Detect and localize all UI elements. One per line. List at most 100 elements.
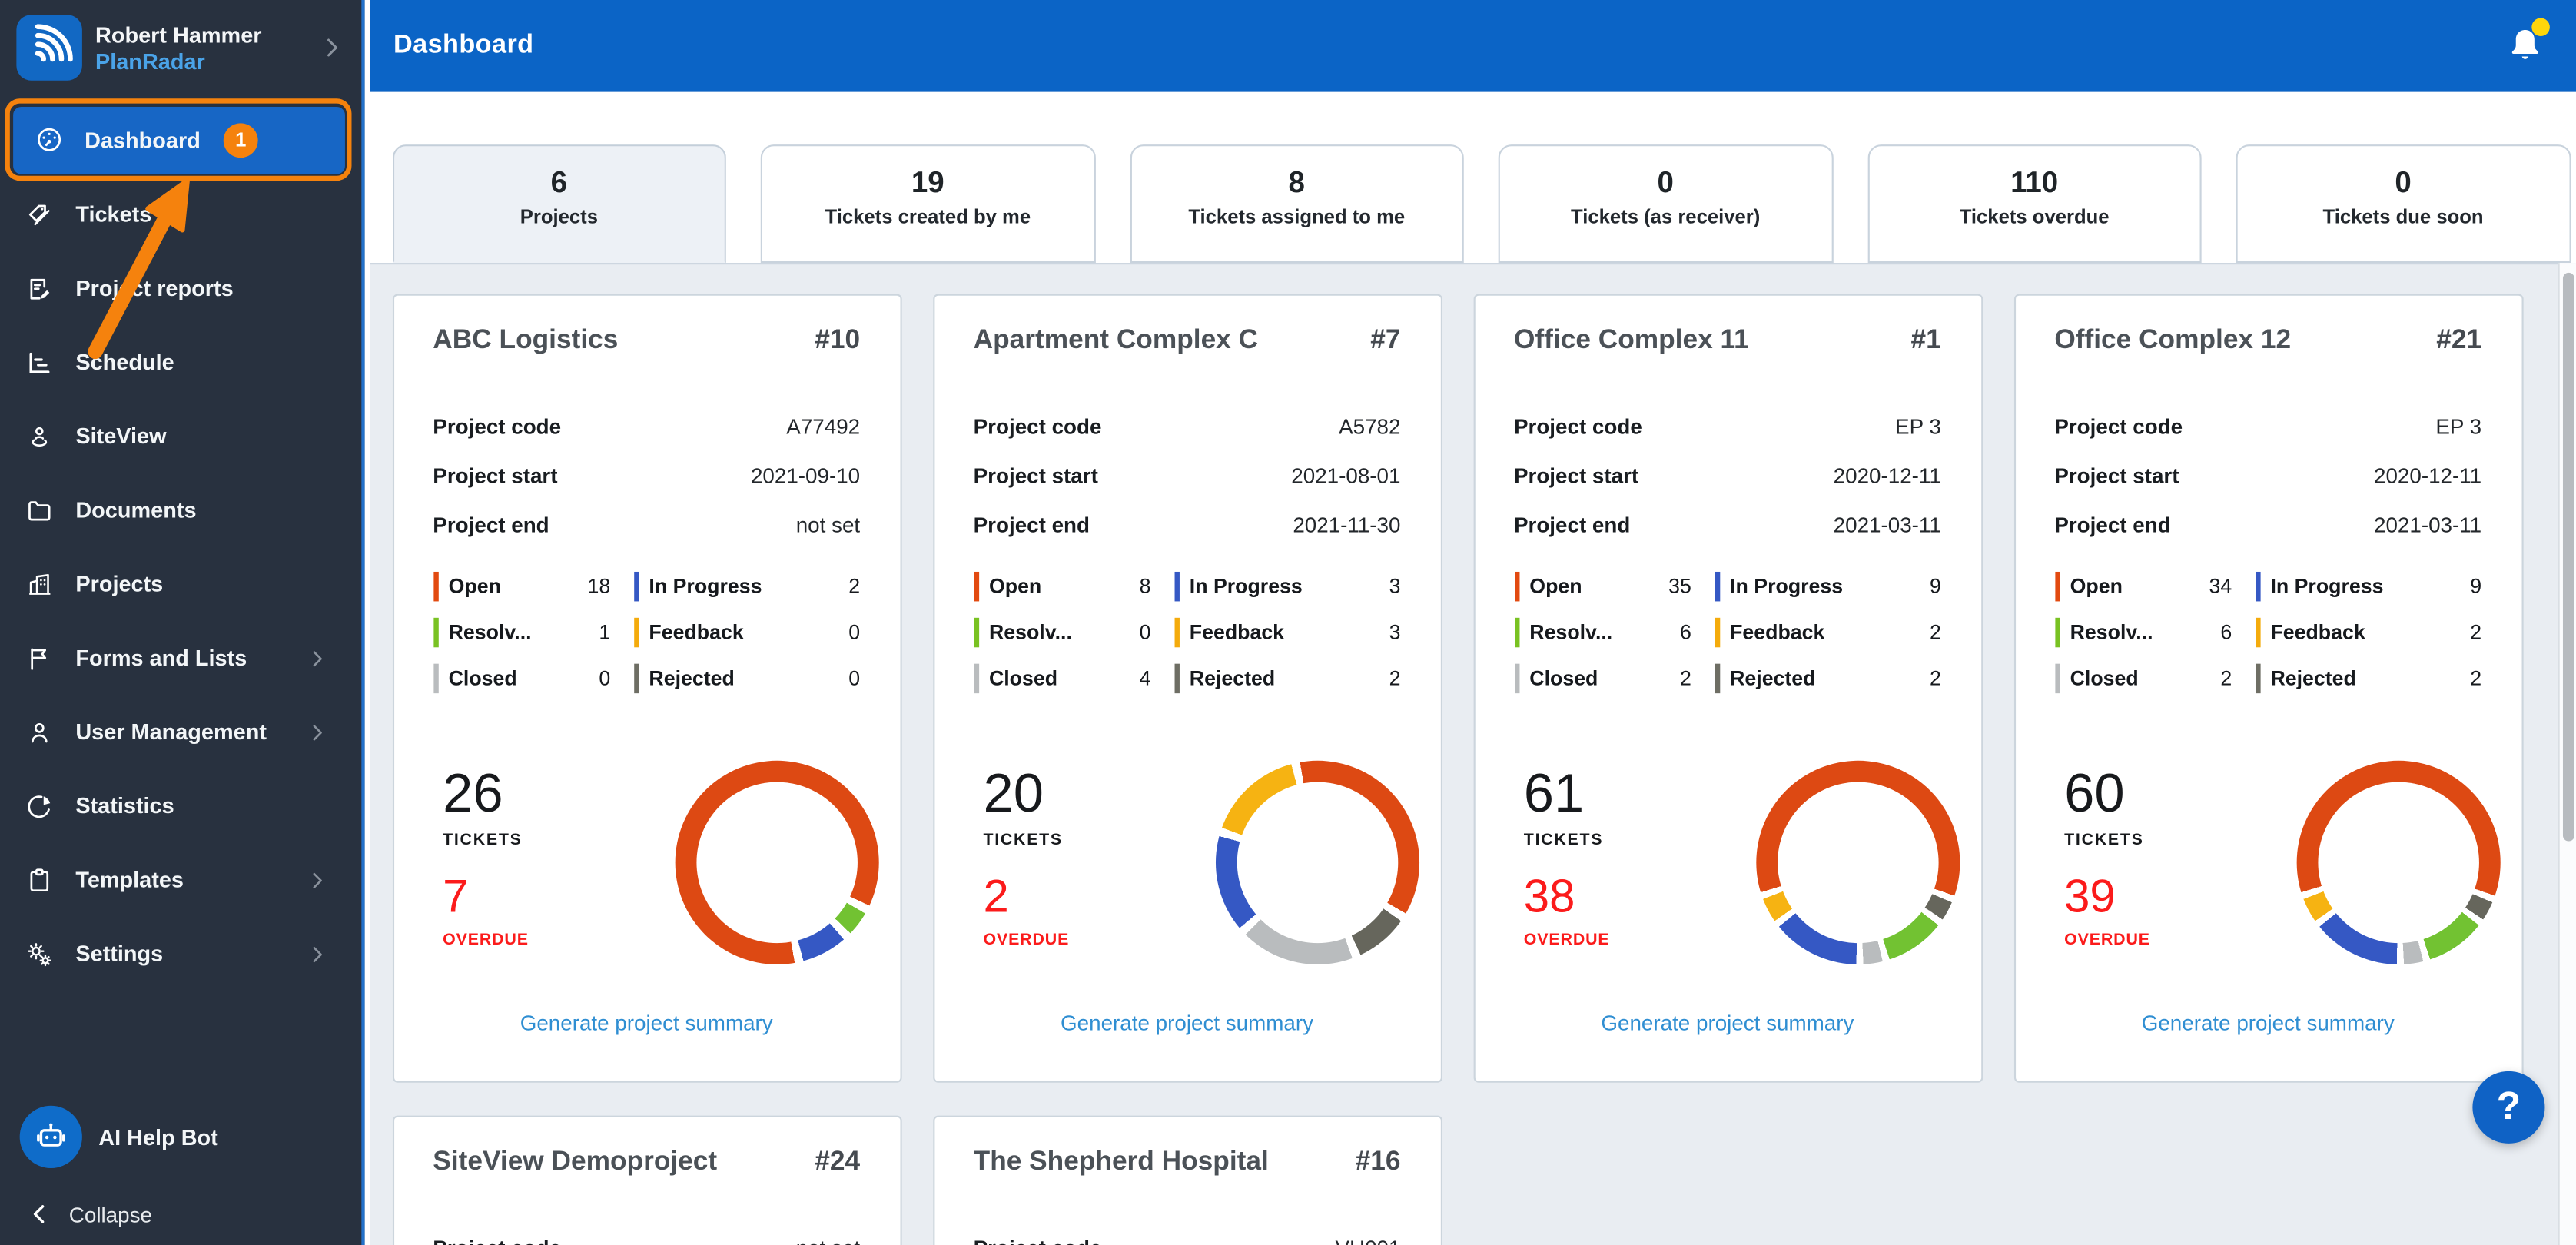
status-legend-item: Feedback 2 (1714, 617, 1941, 648)
generate-summary-link[interactable]: Generate project summary (934, 1011, 1439, 1035)
status-label: Open (2070, 575, 2123, 599)
generate-summary-link[interactable]: Generate project summary (2015, 1011, 2521, 1035)
sidebar-item-documents[interactable]: Documents (0, 473, 361, 547)
project-fields: Project code EP 3 Project start 2020-12-… (1514, 401, 1941, 549)
project-cards-row-1: ABC Logistics #10 Project code A77492 Pr… (391, 294, 2576, 1083)
status-label: Closed (1529, 666, 1598, 690)
project-title: The Shepherd Hospital (973, 1147, 1269, 1177)
tab-tickets-overdue[interactable]: 110 Tickets overdue (1867, 144, 2202, 264)
main-area: Dashboard 6 Projects 19 Tickets created … (368, 0, 2576, 1245)
project-fields: Project code A5782 Project start 2021-08… (974, 401, 1401, 549)
status-color-bar (1714, 663, 1721, 694)
sidebar-item-project-reports[interactable]: Project reports (0, 251, 361, 325)
project-field-row: Project code A5782 (974, 401, 1401, 450)
field-label: Project start (433, 462, 558, 487)
status-color-bar (973, 663, 980, 694)
status-count: 2 (1389, 666, 1401, 690)
stat-value: 0 (2395, 165, 2412, 199)
sidebar-item-label: User Management (75, 719, 267, 745)
project-card-header: ABC Logistics #10 (433, 325, 860, 357)
user-management-icon (31, 722, 48, 742)
sidebar-item-label: Project reports (75, 276, 234, 301)
sidebar-item-siteview[interactable]: SiteView (0, 399, 361, 473)
annotation-highlight-box: Dashboard 1 (5, 98, 352, 181)
project-number: #21 (2436, 325, 2482, 355)
sidebar-item-statistics[interactable]: Statistics (0, 769, 361, 842)
status-count: 2 (2220, 666, 2232, 690)
field-value: 2021-09-10 (750, 462, 861, 487)
sidebar-item-templates[interactable]: Templates (0, 843, 361, 917)
status-count: 2 (1680, 666, 1691, 690)
siteview-icon (32, 426, 48, 446)
sidebar-item-label: Documents (75, 497, 197, 523)
status-label: Open (448, 575, 501, 599)
tab-tickets-as-receiver[interactable]: 0 Tickets (as receiver) (1498, 144, 1833, 264)
status-count: 0 (848, 666, 861, 690)
status-legend-item: In Progress 2 (633, 571, 860, 602)
tickets-count: 26 (443, 762, 503, 824)
collapse-button[interactable]: Collapse (26, 1191, 152, 1237)
status-color-bar (1714, 571, 1721, 602)
project-field-row: Project code EP 3 (1514, 401, 1941, 450)
sidebar-item-label: Dashboard (85, 127, 201, 152)
chevron-right-icon (313, 872, 322, 888)
project-card: Office Complex 11 #1 Project code EP 3 P… (1472, 294, 1983, 1083)
generate-summary-link[interactable]: Generate project summary (393, 1011, 899, 1035)
status-label: In Progress (1730, 575, 1844, 599)
tab-tickets-created-by-me[interactable]: 19 Tickets created by me (760, 144, 1095, 264)
status-legend-item: Feedback 0 (633, 617, 860, 648)
ticket-stats: 60 TICKETS 39 OVERDUE (2064, 765, 2150, 950)
status-count: 6 (2220, 621, 2232, 645)
generate-summary-link[interactable]: Generate project summary (1475, 1011, 1980, 1035)
help-bot-label: AI Help Bot (98, 1124, 218, 1150)
field-label: Project start (1513, 462, 1639, 487)
field-label: Project code (973, 413, 1102, 438)
sidebar-item-ai-help-bot[interactable]: AI Help Bot (19, 1101, 345, 1173)
status-legend-item: Closed 0 (433, 663, 611, 694)
stat-value: 0 (1657, 165, 1674, 199)
tab-projects[interactable]: 6 Projects (391, 144, 726, 264)
sidebar-item-forms-and-lists[interactable]: Forms and Lists (0, 621, 361, 695)
status-legend-item: Rejected 2 (1714, 663, 1941, 694)
chevron-right-icon (313, 945, 322, 962)
chevron-left-icon (33, 1205, 45, 1223)
dashboard-content: ABC Logistics #10 Project code A77492 Pr… (368, 263, 2576, 1245)
field-label: Project code (433, 1235, 561, 1245)
dashboard-icon (37, 128, 61, 151)
scrollbar-thumb[interactable] (2561, 272, 2574, 842)
notifications-button[interactable] (2504, 18, 2550, 68)
ticket-stats: 61 TICKETS 38 OVERDUE (1523, 765, 1610, 950)
project-field-row: Project start 2020-12-11 (1514, 450, 1941, 500)
tab-tickets-assigned-to-me[interactable]: 8 Tickets assigned to me (1129, 144, 1464, 264)
sidebar-item-schedule[interactable]: Schedule (0, 325, 361, 399)
status-color-bar (2054, 617, 2060, 648)
project-field-row: Project end not set (433, 500, 860, 549)
chevron-right-icon (313, 724, 322, 740)
project-field-row: Project end 2021-03-11 (1514, 500, 1941, 549)
account-switcher[interactable]: Robert Hammer PlanRadar (0, 0, 361, 95)
status-legend: Open 35 In Progress 9 Resolv... 6 Feedba… (1513, 571, 1941, 694)
project-card-header: SiteView Demoproject #24 (433, 1147, 860, 1178)
projects-icon (28, 573, 51, 594)
tickets-caption: TICKETS (1523, 831, 1604, 850)
field-value: 2021-03-11 (2374, 511, 2482, 536)
sidebar-item-tickets[interactable]: Tickets (0, 178, 361, 251)
status-count: 2 (1929, 666, 1941, 690)
forms-and-lists-icon (31, 647, 47, 669)
tab-tickets-due-soon[interactable]: 0 Tickets due soon (2236, 144, 2571, 264)
sidebar-item-projects[interactable]: Projects (0, 547, 361, 621)
status-color-bar (2255, 663, 2261, 694)
status-legend-item: In Progress 9 (1714, 571, 1941, 602)
sidebar-item-user-management[interactable]: User Management (0, 695, 361, 769)
sidebar-item-settings[interactable]: Settings (0, 917, 361, 991)
project-number: #1 (1910, 325, 1941, 355)
status-legend-item: Closed 2 (2054, 663, 2232, 694)
status-count: 0 (599, 666, 611, 690)
sidebar-item-dashboard[interactable]: Dashboard 1 (12, 105, 344, 174)
status-label: Resolv... (448, 621, 532, 645)
project-title: Apartment Complex C (973, 325, 1259, 355)
help-button[interactable]: ? (2472, 1071, 2545, 1144)
project-number: #24 (815, 1147, 861, 1177)
status-count: 9 (1929, 575, 1941, 599)
overdue-caption: OVERDUE (983, 931, 1070, 950)
